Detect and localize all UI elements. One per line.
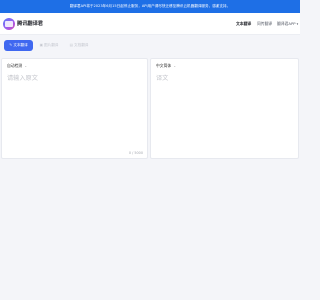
source-language-label: 自动检测 — [7, 63, 23, 68]
target-language-label: 中文简体 — [156, 63, 172, 68]
image-icon: ▣ — [39, 43, 44, 47]
notice-banner: 翻译君API将于2023年6月15日起停止服务，API用户请尽快迁移至腾讯云机器… — [0, 0, 300, 13]
tab-text-translate[interactable]: ✎文本翻译 — [4, 40, 33, 51]
brand-name[interactable]: 腾讯翻译君 — [17, 18, 43, 30]
chevron-down-icon: ▾ — [296, 22, 299, 26]
logo-glyph — [5, 21, 13, 27]
text-icon: ✎ — [9, 43, 13, 47]
translation-output: 译文 — [156, 75, 169, 82]
app-logo-icon[interactable] — [3, 18, 15, 30]
tab-text-translate-label: 文本翻译 — [13, 43, 28, 47]
nav-app-label: 翻译君APP — [277, 21, 296, 26]
translate-mode-tabs: ✎文本翻译 ▣图片翻译 ▤文档翻译 — [0, 40, 300, 52]
nav-text-translate[interactable]: 文本翻译 — [236, 18, 251, 30]
nav-simultaneous-translate[interactable]: 同传翻译 — [257, 18, 272, 30]
nav-simultaneous-translate-label: 同传翻译 — [257, 21, 273, 26]
source-text-input[interactable]: 请输入原文 — [7, 74, 38, 83]
source-language-select[interactable]: 自动检测 ⌄ — [7, 63, 27, 69]
character-counter: 0 / 5000 — [128, 151, 143, 155]
target-panel: 中文简体 ⌄ 译文 — [150, 58, 299, 159]
source-panel[interactable]: 自动检测 ⌄ 请输入原文 0 / 5000 — [1, 58, 148, 159]
chevron-down-icon: ⌄ — [24, 64, 28, 68]
target-language-select[interactable]: 中文简体 ⌄ — [156, 63, 176, 69]
tab-image-translate[interactable]: ▣图片翻译 — [36, 40, 62, 51]
nav-app-dropdown[interactable]: 翻译君APP▾ — [277, 18, 298, 30]
top-header: 腾讯翻译君 文本翻译 同传翻译 翻译君APP▾ — [0, 13, 300, 35]
tab-document-translate[interactable]: ▤文档翻译 — [66, 40, 92, 51]
tab-document-translate-label: 文档翻译 — [74, 43, 89, 47]
tab-image-translate-label: 图片翻译 — [44, 43, 59, 47]
document-icon: ▤ — [69, 43, 74, 47]
nav-text-translate-label: 文本翻译 — [236, 21, 252, 26]
chevron-down-icon: ⌄ — [173, 64, 177, 68]
